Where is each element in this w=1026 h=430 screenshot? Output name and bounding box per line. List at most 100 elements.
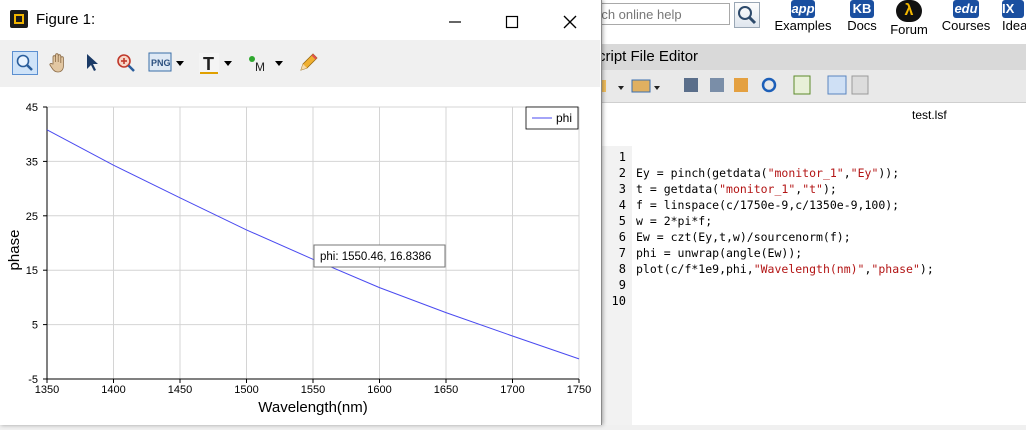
docs-label: Docs xyxy=(847,18,877,33)
x-tick-label: 1650 xyxy=(434,384,458,396)
script-editor-title: cript File Editor xyxy=(592,44,1026,70)
editor-tab-row xyxy=(592,103,1026,129)
search-online-help-input[interactable]: rch online help xyxy=(592,3,730,25)
x-tick-label: 1350 xyxy=(35,384,59,396)
examples-label: Examples xyxy=(774,18,832,33)
figure-window: Figure 1: PNG T M 1350 1400 1450 1500 15… xyxy=(0,0,602,425)
plot-area[interactable]: 1350 1400 1450 1500 1550 1600 1650 1700 1750 45 35… xyxy=(0,88,600,425)
phase-vs-wavelength-chart[interactable]: 1350 1400 1450 1500 1550 1600 1650 1700 1750 45 35… xyxy=(0,88,600,425)
panel-icon xyxy=(827,75,847,95)
courses-label: Courses xyxy=(941,18,991,33)
code-line: w = 2*pi*f; xyxy=(636,214,713,228)
code-line: f = linspace(c/1750e-9,c/1350e-9,100); xyxy=(636,198,900,212)
maximize-button[interactable] xyxy=(492,8,532,34)
datatip-label: phi: 1550.46, 16.8386 xyxy=(320,251,431,263)
close-icon xyxy=(563,15,577,29)
code-line: phi = unwrap(angle(Ew)); xyxy=(636,246,803,260)
pencil-icon xyxy=(300,53,318,71)
line-number: 10 xyxy=(611,294,626,308)
line-number: 6 xyxy=(618,230,626,244)
zoom-region-button[interactable] xyxy=(114,51,140,75)
x-tick-label: 1450 xyxy=(168,384,192,396)
code-line: Ew = czt(Ey,t,w)/sourcenorm(f); xyxy=(636,230,851,244)
figure-toolbar: PNG T M xyxy=(0,40,600,87)
line-number: 3 xyxy=(618,182,626,196)
line-number: 2 xyxy=(618,166,626,180)
x-tick-label: 1700 xyxy=(500,384,524,396)
forum-label: Forum xyxy=(890,22,928,37)
figure-titlebar[interactable]: Figure 1: xyxy=(0,0,601,40)
line-number: 1 xyxy=(618,150,626,164)
zoom-region-icon xyxy=(117,54,135,72)
legend-label: phi xyxy=(556,111,572,125)
y-axis-label: phase xyxy=(6,230,23,271)
y-tick-label: 5 xyxy=(32,320,38,332)
pan-hand-icon xyxy=(49,53,64,73)
save-folder-icon xyxy=(734,78,748,92)
dropdown-arrow-icon xyxy=(618,86,624,90)
code-line: t = getdata("monitor_1","t"); xyxy=(636,182,837,196)
code-line: Ey = pinch(getdata("monitor_1","Ey")); xyxy=(636,166,900,180)
code-line: plot(c/f*1e9,phi,"Wavelength(nm)","phase… xyxy=(636,262,934,276)
marker-tool-icon: M xyxy=(249,56,283,74)
zoom-icon xyxy=(16,54,33,71)
x-tick-label: 1550 xyxy=(301,384,325,396)
tab-test-lsf[interactable]: test.lsf xyxy=(912,108,947,122)
dropdown-arrow-icon xyxy=(654,86,660,90)
marker-tool-button[interactable]: M xyxy=(246,51,288,75)
x-tick-label: 1400 xyxy=(101,384,125,396)
line-number: 9 xyxy=(618,278,626,292)
pan-button[interactable] xyxy=(46,51,72,75)
y-tick-label: 45 xyxy=(26,102,38,114)
y-tick-label: 35 xyxy=(26,156,38,168)
next-icon xyxy=(851,75,869,95)
text-tool-icon: T xyxy=(199,53,232,74)
line-number: 4 xyxy=(618,198,626,212)
svg-text:T: T xyxy=(203,54,214,74)
courses-button[interactable]: edu Courses xyxy=(940,0,992,40)
editor-toolbar-icons xyxy=(596,75,869,95)
select-arrow-icon xyxy=(87,54,98,71)
svg-text:PNG: PNG xyxy=(151,58,171,68)
kb-icon: KB xyxy=(850,0,874,18)
edu-icon: edu xyxy=(953,0,979,18)
figure-app-icon xyxy=(10,10,28,28)
docs-button[interactable]: KB Docs xyxy=(844,0,880,40)
search-button[interactable] xyxy=(734,2,760,28)
minimize-icon xyxy=(449,21,461,23)
x-tick-label: 1750 xyxy=(567,384,591,396)
script-editor-toolbar xyxy=(592,70,1026,103)
pencil-button[interactable] xyxy=(296,51,322,75)
idea-icon: IX xyxy=(1002,0,1024,18)
text-tool-button[interactable]: T xyxy=(197,51,237,75)
line-number: 7 xyxy=(618,246,626,260)
line-number: 8 xyxy=(618,262,626,276)
y-tick-label: -5 xyxy=(28,374,38,386)
examples-button[interactable]: app Examples xyxy=(774,0,832,40)
figure-title: Figure 1: xyxy=(36,11,96,28)
svg-text:M: M xyxy=(255,60,265,74)
app-icon: app xyxy=(791,0,815,18)
save-as-icon xyxy=(710,78,724,92)
zoom-button[interactable] xyxy=(12,51,38,75)
y-tick-label: 25 xyxy=(26,211,38,223)
maximize-icon xyxy=(505,16,519,29)
forum-button[interactable]: λ Forum xyxy=(888,0,930,40)
save-icon xyxy=(684,78,698,92)
png-export-icon: PNG xyxy=(148,52,184,72)
minimize-button[interactable] xyxy=(435,8,475,34)
forum-icon: λ xyxy=(896,0,922,22)
png-export-button[interactable]: PNG xyxy=(148,51,188,75)
ideas-label: Idea xyxy=(1002,18,1026,33)
x-axis-label: Wavelength(nm) xyxy=(258,399,367,416)
ideas-button[interactable]: IX Idea xyxy=(1002,0,1026,40)
y-tick-label: 15 xyxy=(26,265,38,277)
search-icon xyxy=(738,6,757,25)
run-script-icon xyxy=(793,75,811,95)
select-button[interactable] xyxy=(80,51,106,75)
x-tick-label: 1500 xyxy=(234,384,258,396)
close-button[interactable] xyxy=(550,8,590,34)
line-number: 5 xyxy=(618,214,626,228)
x-tick-label: 1600 xyxy=(367,384,391,396)
refresh-icon xyxy=(761,77,777,93)
